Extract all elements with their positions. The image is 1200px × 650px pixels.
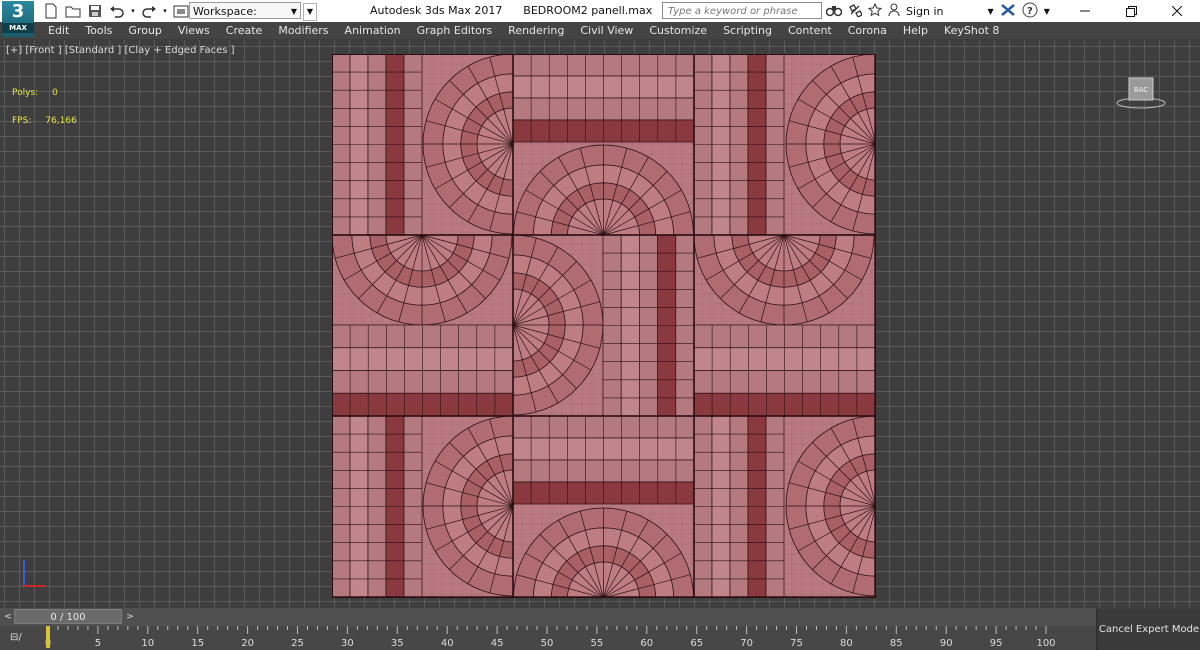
svg-text:?: ? [1027, 6, 1033, 17]
quick-access-toolbar: ▾ ▾ [42, 2, 190, 20]
time-slider-thumb[interactable]: 0 / 100 [14, 609, 122, 624]
fps-label: FPS: [12, 116, 32, 126]
ruler-tick-label: 20 [241, 638, 254, 649]
ruler-tick-label: 40 [441, 638, 454, 649]
ruler-tick-label: 25 [291, 638, 304, 649]
ruler-tick-label: 100 [1036, 638, 1055, 649]
redo-icon[interactable] [140, 2, 158, 20]
previous-frame-icon[interactable]: < [2, 610, 14, 624]
track-bar[interactable]: ⊟∕ 0510152025303540455055606570758085909… [0, 626, 1096, 650]
app-logo-number: 3 [11, 1, 25, 22]
viewport-label[interactable]: [+] [Front ] [Standard ] [Clay + Edged F… [6, 45, 235, 56]
project-folder-icon[interactable] [172, 2, 190, 20]
ruler-tick-label: 10 [141, 638, 154, 649]
next-frame-icon[interactable]: > [124, 610, 136, 624]
exchange-apps-icon[interactable] [1000, 3, 1016, 20]
current-frame-marker[interactable] [46, 626, 50, 648]
ruler-tick-label: 35 [391, 638, 404, 649]
menu-item-create[interactable]: Create [226, 24, 263, 37]
ruler-tick-label: 80 [840, 638, 853, 649]
menu-item-animation[interactable]: Animation [345, 24, 401, 37]
ruler-tick-label: 55 [591, 638, 604, 649]
menu-item-corona[interactable]: Corona [848, 24, 887, 37]
fps-value: 76,166 [45, 116, 77, 126]
search-input[interactable]: Type a keyword or phrase [662, 2, 822, 19]
front-viewport[interactable]: [+] [Front ] [Standard ] [Clay + Edged F… [0, 40, 1200, 608]
menu-bar: Edit Tools Group Views Create Modifiers Animat… [0, 22, 1200, 39]
infocenter-toolbar: Sign in ▼ ? ▼ [825, 2, 1050, 21]
ruler-tick-label: 65 [690, 638, 703, 649]
help-icon[interactable]: ? [1022, 2, 1038, 21]
window-title: Autodesk 3ds Max 2017 BEDROOM2 panell.ma… [370, 4, 653, 17]
ruler-tick-label: 60 [640, 638, 653, 649]
minimize-icon[interactable] [1062, 0, 1108, 22]
new-file-icon[interactable] [42, 2, 60, 20]
undo-icon[interactable] [108, 2, 126, 20]
ruler-tick-label: 30 [341, 638, 354, 649]
polys-value: 0 [52, 88, 58, 98]
ruler-tick-label: 75 [790, 638, 803, 649]
menu-item-customize[interactable]: Customize [649, 24, 707, 37]
save-icon[interactable] [86, 2, 104, 20]
panel-model[interactable] [332, 54, 876, 598]
menu-item-tools[interactable]: Tools [85, 24, 112, 37]
signin-link[interactable]: Sign in [906, 5, 944, 18]
satellite-icon[interactable] [848, 3, 863, 20]
ruler-tick-label: 95 [990, 638, 1003, 649]
menu-item-views[interactable]: Views [178, 24, 210, 37]
menu-item-keyshot-8[interactable]: KeyShot 8 [944, 24, 999, 37]
window-controls [1062, 0, 1200, 22]
polys-stat: Polys: 0 [12, 88, 58, 98]
close-icon[interactable] [1154, 0, 1200, 22]
ruler-tick-label: 85 [890, 638, 903, 649]
binoculars-icon[interactable] [825, 3, 843, 20]
title-bar: ▾ ▾ Workspace: Default ▼ ▼ Autodesk 3ds … [0, 0, 1200, 35]
restore-icon[interactable] [1108, 0, 1154, 22]
cancel-expert-mode-button[interactable]: Cancel Expert Mode [1096, 610, 1200, 650]
ruler-tick-label: 15 [191, 638, 204, 649]
chevron-down-icon: ▼ [290, 7, 297, 16]
frame-ruler[interactable]: 0510152025303540455055606570758085909510… [0, 626, 1096, 650]
workspace-dropdown[interactable]: Workspace: Default ▼ [189, 2, 301, 35]
menu-item-help[interactable]: Help [903, 24, 928, 37]
menu-item-content[interactable]: Content [788, 24, 832, 37]
polys-label: Polys: [12, 88, 39, 98]
app-menu-button[interactable]: 3 MAX [2, 1, 34, 37]
time-slider[interactable]: < 0 / 100 > [0, 608, 1096, 626]
open-folder-icon[interactable] [64, 2, 82, 20]
menu-item-edit[interactable]: Edit [48, 24, 69, 37]
undo-dropdown-icon[interactable]: ▾ [130, 2, 136, 20]
ruler-tick-label: 5 [95, 638, 101, 649]
app-logo-sub: MAX [2, 23, 34, 33]
menu-item-rendering[interactable]: Rendering [508, 24, 564, 37]
main-menu: Edit Tools Group Views Create Modifiers Animat… [48, 22, 999, 39]
viewcube[interactable]: BAC [1116, 76, 1166, 110]
menu-item-graph-editors[interactable]: Graph Editors [417, 24, 493, 37]
help-dropdown-icon[interactable]: ▼ [1044, 7, 1050, 16]
fps-stat: FPS: 76,166 [12, 116, 77, 126]
menu-item-modifiers[interactable]: Modifiers [278, 24, 328, 37]
ruler-tick-label: 90 [940, 638, 953, 649]
menu-item-group[interactable]: Group [128, 24, 162, 37]
viewcube-face-label: BAC [1134, 86, 1148, 94]
workspace-options-icon[interactable]: ▼ [303, 3, 317, 21]
ruler-tick-label: 70 [740, 638, 753, 649]
axis-gizmo [18, 556, 58, 596]
signin-dropdown-icon[interactable]: ▼ [988, 7, 994, 16]
star-icon[interactable] [867, 2, 883, 20]
redo-dropdown-icon[interactable]: ▾ [162, 2, 168, 20]
ruler-tick-label: 45 [491, 638, 504, 649]
menu-item-civil-view[interactable]: Civil View [580, 24, 633, 37]
user-icon[interactable] [888, 3, 900, 20]
ruler-tick-label: 50 [541, 638, 554, 649]
menu-item-scripting[interactable]: Scripting [723, 24, 772, 37]
